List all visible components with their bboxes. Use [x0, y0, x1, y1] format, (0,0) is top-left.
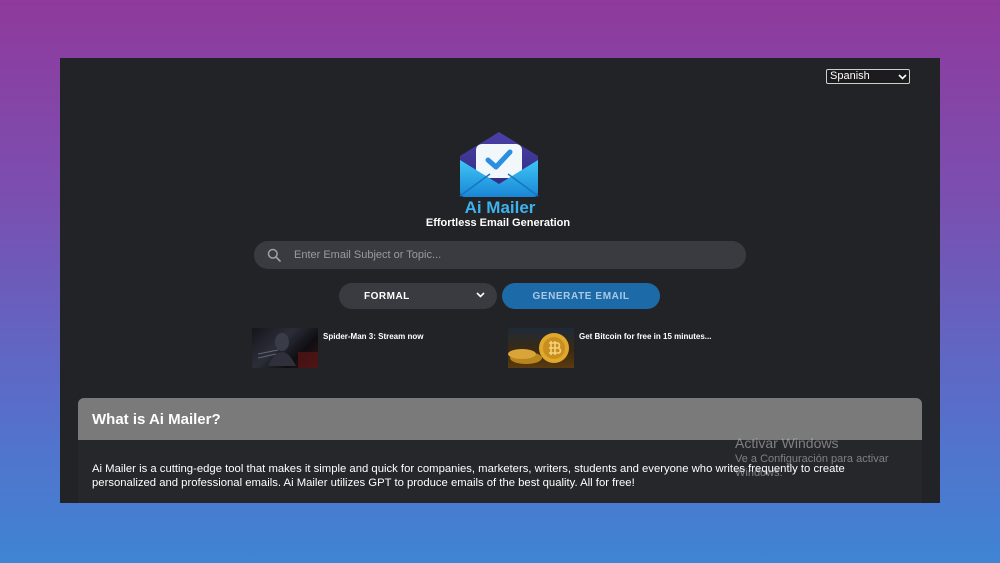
language-select[interactable]: Spanish: [826, 69, 910, 84]
app-title: Ai Mailer: [464, 198, 536, 217]
ad-item[interactable]: Spider-Man 3: Stream now: [252, 328, 423, 368]
info-card-title: What is Ai Mailer?: [92, 410, 221, 428]
language-select-value: Spanish: [830, 70, 870, 82]
tone-select-value: FORMAL: [364, 290, 410, 302]
tone-select[interactable]: FORMAL: [339, 283, 497, 309]
envelope-check-icon: [456, 130, 542, 200]
info-card-body: Ai Mailer is a cutting-edge tool that ma…: [92, 463, 845, 489]
search-icon: [254, 248, 294, 262]
ad-item[interactable]: Get Bitcoin for free in 15 minutes...: [508, 328, 711, 368]
info-card-header: What is Ai Mailer?: [78, 398, 922, 440]
app-subtitle: Effortless Email Generation: [425, 217, 571, 229]
ad-caption: Spider-Man 3: Stream now: [323, 332, 424, 341]
ad-thumbnail: [508, 328, 574, 368]
ad-caption: Get Bitcoin for free in 15 minutes...: [579, 332, 712, 341]
info-card: What is Ai Mailer? Ai Mailer is a cuttin…: [78, 398, 922, 503]
search-bar: [254, 241, 746, 269]
generate-email-button[interactable]: GENERATE EMAIL: [502, 283, 660, 309]
chevron-down-icon: [895, 73, 909, 80]
search-input[interactable]: [294, 249, 734, 261]
ad-thumbnail: [252, 328, 318, 368]
chevron-down-icon: [476, 291, 485, 302]
app-window: Spanish Ai Mailer Effortless Email Gener…: [60, 58, 940, 503]
